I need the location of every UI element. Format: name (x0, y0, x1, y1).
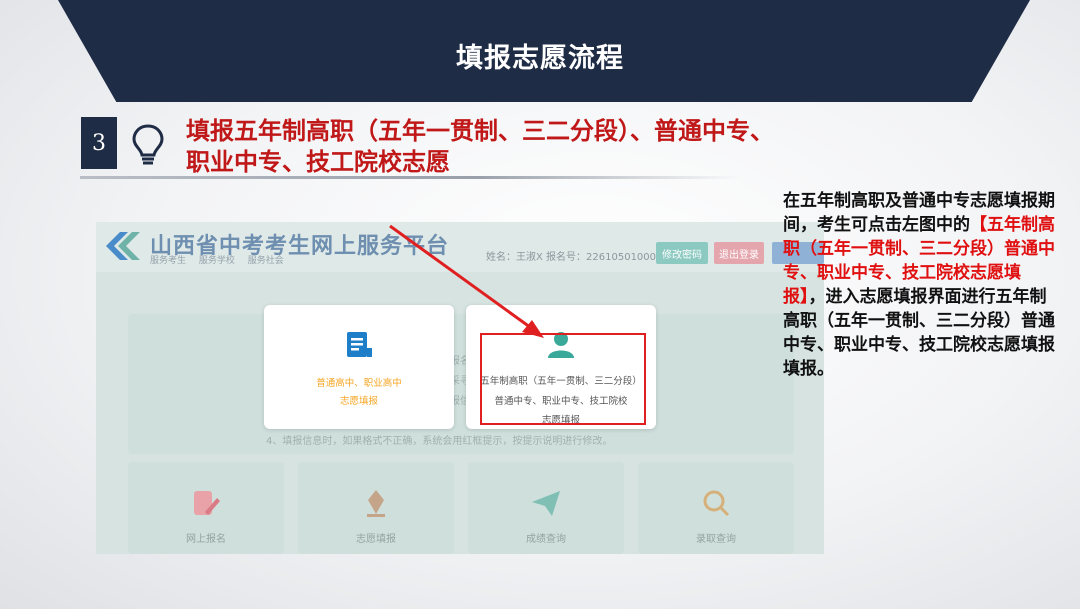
explanation-text: 在五年制高职及普通中专志愿填报期间，考生可点击左图中的【五年制高职（五年一贯制、… (783, 189, 1055, 381)
explain-after: ，进入志愿填报界面进行五年制高职（五年一贯制、三二分段）普通中专、职业中专、技工… (783, 287, 1055, 379)
